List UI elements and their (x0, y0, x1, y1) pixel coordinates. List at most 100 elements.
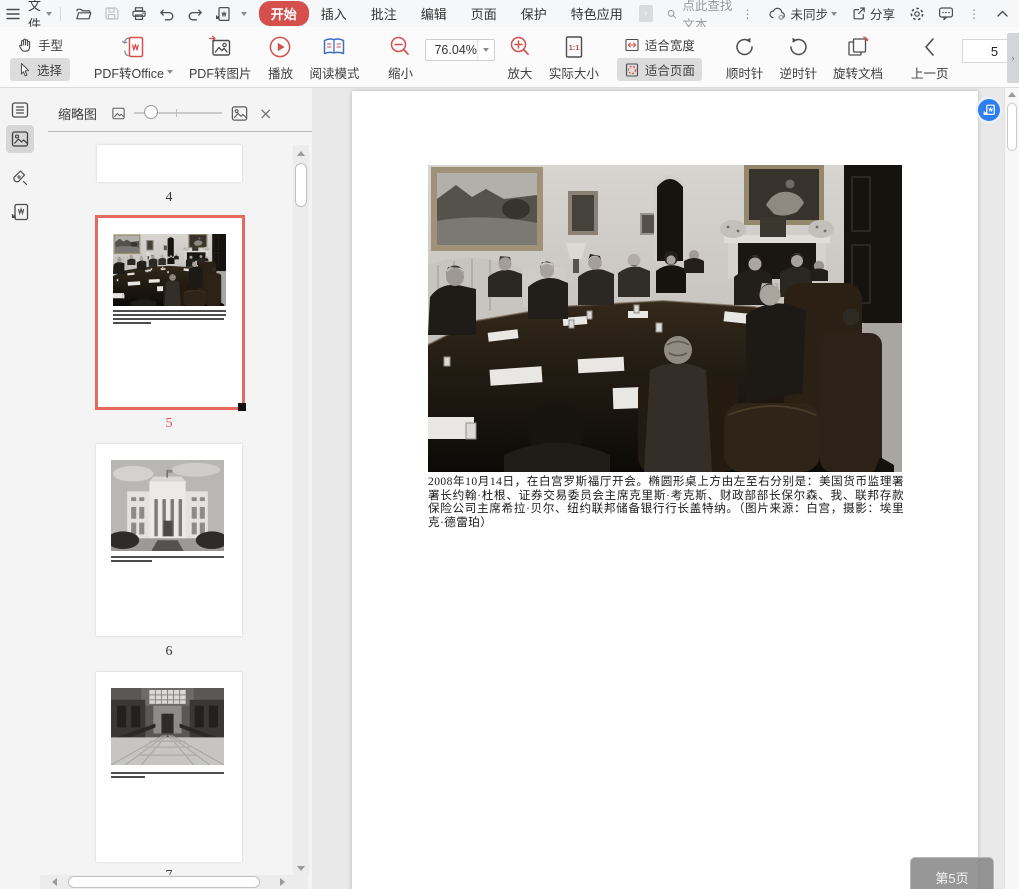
fit-width-label: 适合宽度 (644, 39, 695, 53)
outline-icon (11, 102, 29, 118)
redo-icon[interactable] (187, 5, 203, 22)
cloud-offline-icon (769, 7, 786, 20)
thumbnail-panel-header: 缩略图 × (40, 98, 312, 128)
pdf-to-office-button[interactable]: PDF转Office (86, 27, 181, 87)
zoom-level-combobox[interactable]: 76.04% (425, 39, 495, 61)
scroll-right-arrow[interactable] (280, 878, 285, 886)
save-icon[interactable] (104, 5, 119, 22)
thumbnail-caption-lines (111, 556, 224, 564)
thumbnail-label-4[interactable]: 4 (96, 190, 242, 206)
thumbnail-label-6[interactable]: 6 (96, 644, 242, 660)
tab-edit[interactable]: 编辑 (409, 1, 459, 26)
share-button[interactable]: 分享 (851, 4, 895, 23)
actual-size-button[interactable]: 1:1 实际大小 (541, 27, 607, 87)
hand-tool-button[interactable]: 手型 (10, 33, 70, 56)
pdf-to-image-button[interactable]: PDF转图片 (181, 27, 260, 87)
tab-insert[interactable]: 插入 (309, 1, 359, 26)
export-word-icon[interactable] (215, 5, 231, 22)
rotate-clockwise-icon (735, 37, 753, 55)
actual-size-label: 实际大小 (548, 66, 599, 81)
scroll-up-arrow[interactable] (297, 151, 305, 156)
thumbnail-page-7[interactable] (96, 672, 242, 862)
sync-label: 未同步 (790, 8, 828, 22)
open-folder-icon[interactable] (75, 5, 92, 22)
main-menu-icon[interactable] (6, 5, 20, 22)
actual-size-icon: 1:1 (565, 35, 583, 58)
scroll-up-arrow[interactable] (1008, 92, 1016, 97)
scrollbar-thumb[interactable] (1007, 103, 1017, 151)
sidebar-vertical-scrollbar[interactable] (293, 145, 309, 875)
close-panel-icon[interactable]: × (259, 104, 272, 123)
scrollbar-thumb[interactable] (295, 163, 307, 207)
slider-tick (176, 109, 178, 117)
rotate-document-button[interactable]: 旋转文档 (825, 27, 891, 87)
share-icon (853, 7, 865, 20)
document-vertical-scrollbar[interactable] (1004, 88, 1019, 889)
hand-tool-label: 手型 (38, 39, 64, 53)
toolbar: 手型 选择 PDF转Office PDF转图片 播放 阅读模式 缩小 76.04… (0, 27, 1019, 88)
tab-annotate[interactable]: 批注 (359, 1, 409, 26)
print-icon[interactable] (131, 5, 147, 22)
rotate-clockwise-button[interactable]: 顺时针 (718, 27, 772, 87)
actual-size-icon-text: 1:1 (568, 43, 579, 52)
reading-mode-button[interactable]: 阅读模式 (301, 27, 367, 87)
reading-mode-label: 阅读模式 (309, 66, 360, 81)
tab-special-apps[interactable]: 特色应用 (559, 1, 635, 26)
tab-overflow-button[interactable]: › (638, 5, 653, 22)
annotation-panel-button[interactable] (6, 164, 34, 192)
share-label: 分享 (870, 8, 896, 22)
thumbnail-size-slider[interactable] (134, 105, 223, 120)
quickbar-more-icon[interactable] (240, 11, 247, 16)
selection-resize-handle[interactable] (238, 403, 246, 411)
zoom-small-image-icon[interactable] (111, 106, 126, 121)
fit-page-button[interactable]: 适合页面 (616, 58, 702, 81)
scroll-left-arrow[interactable] (52, 878, 57, 886)
tool-mode-group: 手型 选择 (0, 27, 74, 87)
tab-protect[interactable]: 保护 (509, 1, 559, 26)
search-more-icon[interactable]: ⋮ (733, 7, 761, 21)
select-tool-button[interactable]: 选择 (10, 58, 71, 81)
slider-knob[interactable] (144, 105, 159, 119)
thumbnail-label-5[interactable]: 5 (96, 416, 242, 432)
zoom-dropdown[interactable] (476, 40, 494, 60)
zoom-out-label: 缩小 (387, 66, 413, 81)
rotate-counterclockwise-button[interactable]: 逆时针 (771, 27, 825, 87)
scrollbar-thumb[interactable] (68, 876, 260, 888)
zoom-out-button[interactable]: 缩小 (379, 27, 421, 87)
toolbar-expand-button[interactable]: › (1007, 33, 1019, 83)
comment-icon[interactable] (937, 5, 954, 22)
scroll-down-arrow[interactable] (297, 866, 305, 871)
convert-float-button[interactable] (976, 97, 1002, 123)
outline-panel-button[interactable] (6, 96, 34, 124)
titlebar-more-icon[interactable]: ⋮ (960, 7, 988, 21)
undo-icon[interactable] (159, 5, 175, 22)
thumbnail-page-4[interactable] (97, 145, 242, 182)
zoom-out-icon (391, 36, 410, 55)
rotate-document-label: 旋转文档 (832, 66, 883, 81)
pdf-page-5[interactable]: 2008年10月14日，在白宫罗斯福厅开会。椭圆形桌上方由左至右分别是：美国货币… (352, 91, 978, 889)
export-panel-button[interactable] (6, 198, 34, 226)
left-rail (0, 88, 40, 889)
sidebar-horizontal-scrollbar[interactable] (40, 875, 308, 889)
fit-page-label: 适合页面 (644, 64, 695, 78)
chevron-down-icon (482, 48, 489, 52)
convert-doc-icon (983, 104, 995, 115)
tab-home[interactable]: 开始 (258, 1, 309, 26)
fit-width-button[interactable]: 适合宽度 (617, 33, 702, 56)
sync-status[interactable]: 未同步 (768, 4, 837, 23)
previous-page-button[interactable]: 上一页 (903, 27, 957, 87)
collapse-toolbar-icon[interactable] (994, 5, 1011, 22)
tab-page[interactable]: 页面 (459, 1, 509, 26)
thumbnail-photo-fed-building (111, 460, 224, 551)
play-button[interactable]: 播放 (259, 27, 301, 87)
dropdown-icon (166, 70, 173, 74)
settings-gear-icon[interactable] (908, 5, 925, 22)
thumbnail-page-5-selected[interactable] (95, 215, 246, 411)
zoom-large-image-icon[interactable] (230, 104, 249, 123)
pdf-to-image-icon (209, 35, 231, 56)
play-label: 播放 (267, 66, 293, 81)
thumbnail-page-6[interactable] (96, 444, 242, 636)
thumbnail-panel-button[interactable] (6, 125, 34, 153)
thumbnail-caption-lines (113, 310, 226, 326)
zoom-in-button[interactable]: 放大 (499, 27, 541, 87)
